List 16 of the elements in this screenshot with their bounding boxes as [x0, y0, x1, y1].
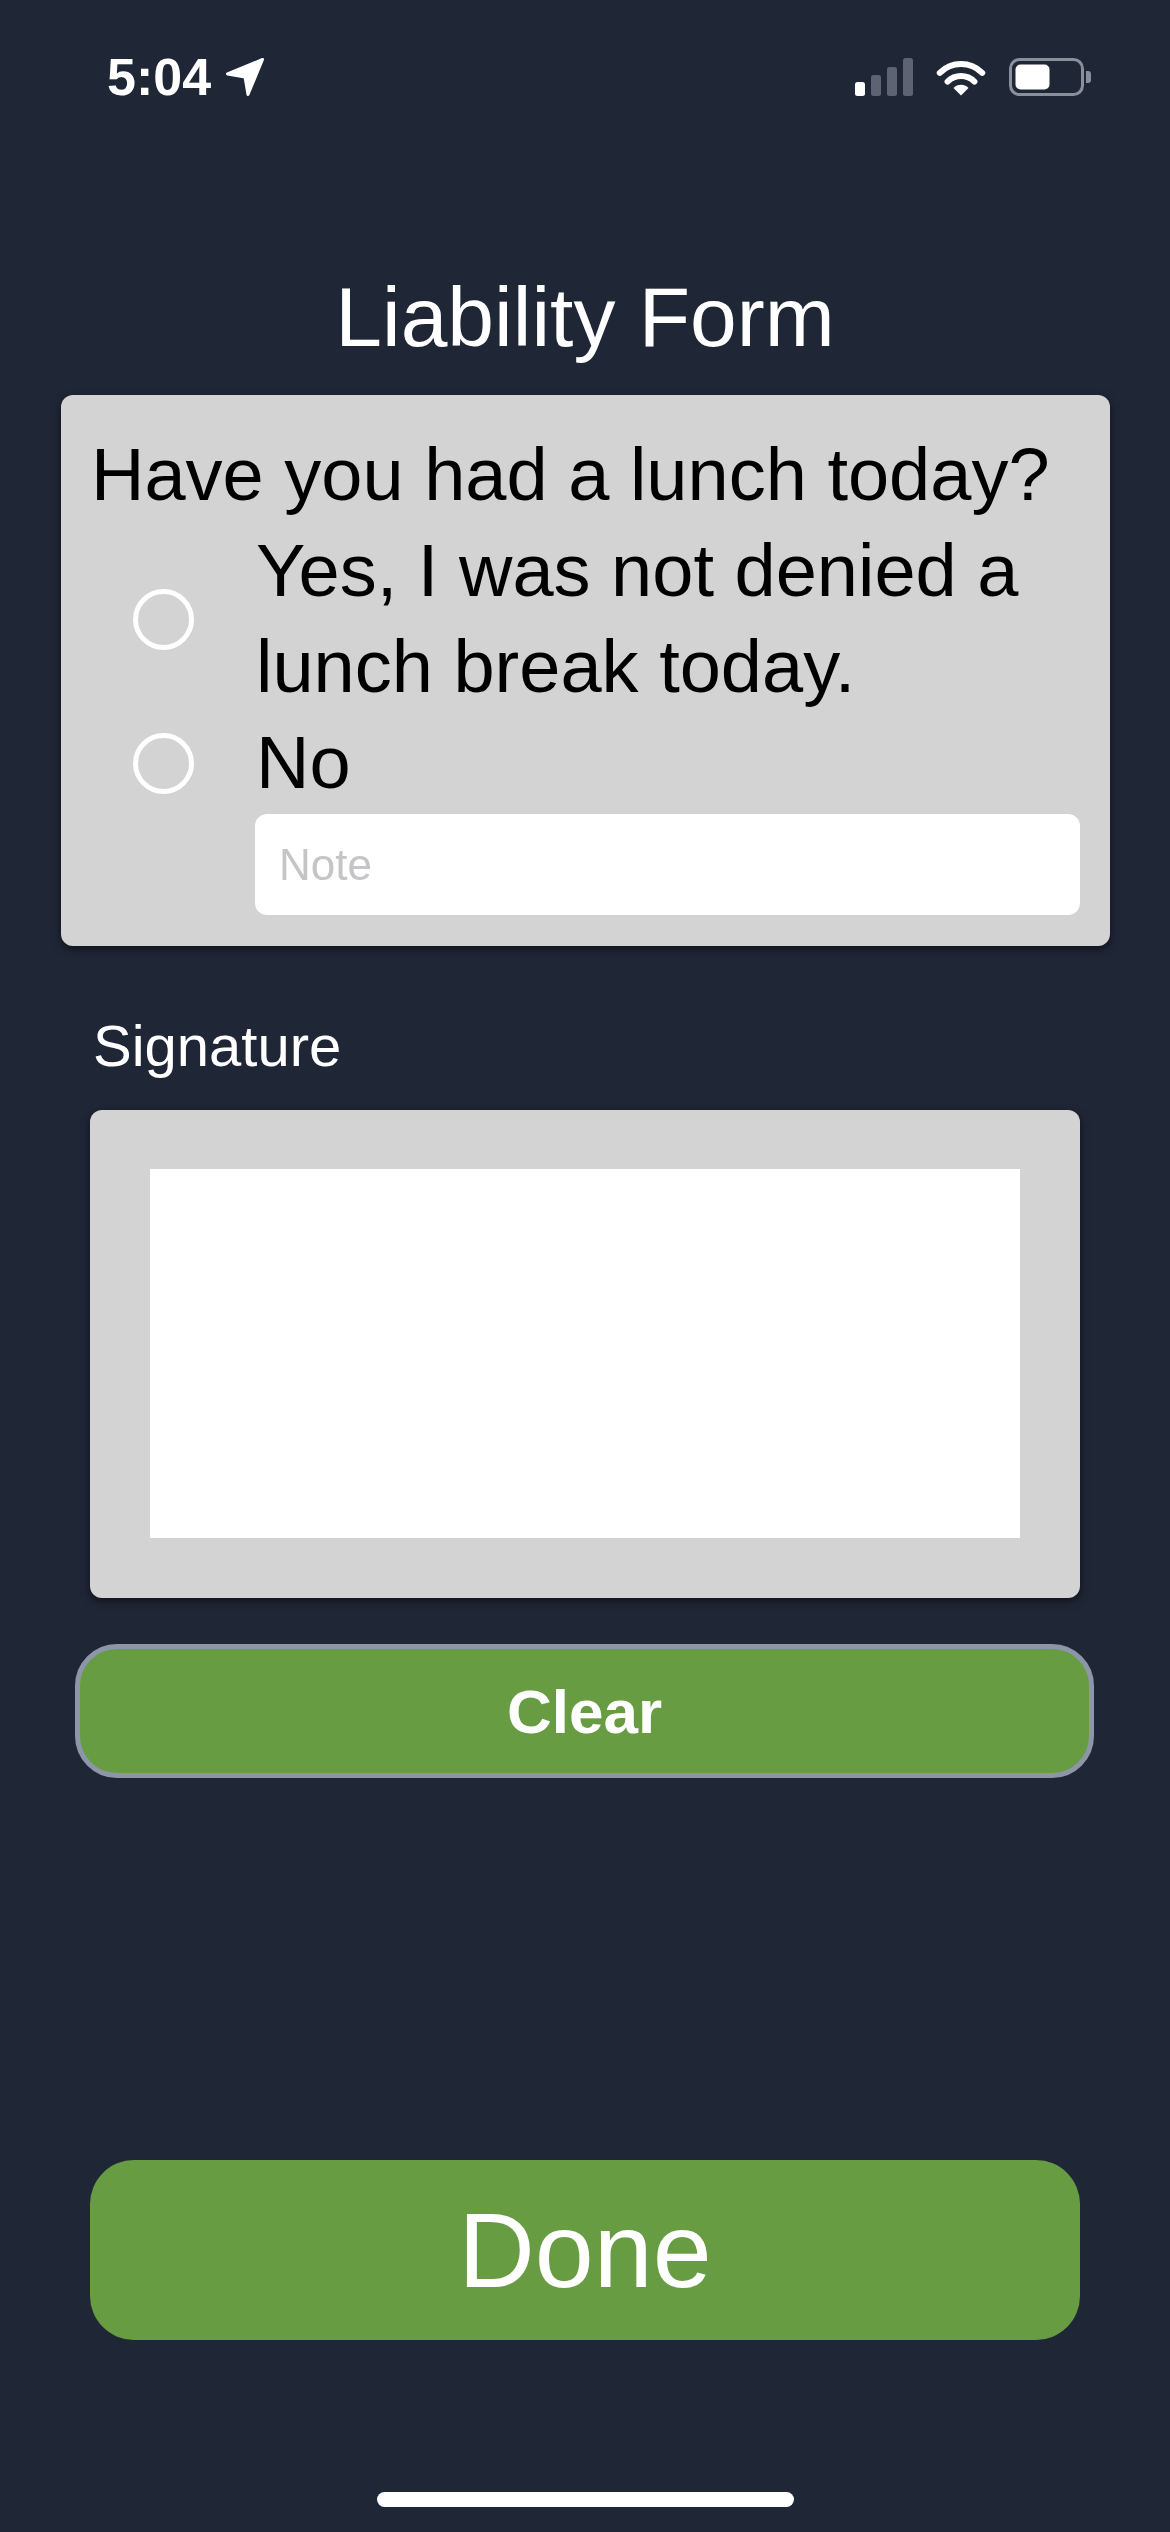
signature-label: Signature [93, 1012, 342, 1080]
option-label: No [256, 720, 351, 806]
form-title: Liability Form [335, 269, 835, 366]
question-text: Have you had a lunch today? [91, 432, 1051, 518]
wifi-icon [935, 58, 987, 96]
radio-button[interactable] [133, 588, 194, 650]
radio-button[interactable] [133, 732, 194, 794]
location-arrow-icon [225, 57, 266, 97]
clear-button[interactable]: Clear [75, 1644, 1094, 1778]
done-button[interactable]: Done [90, 2160, 1080, 2340]
battery-icon [1009, 58, 1091, 96]
option-label: Yes, I was not denied a lunch break today. [256, 528, 1020, 710]
note-field[interactable]: Note [255, 814, 1080, 915]
status-time: 5:04 [107, 47, 212, 107]
signature-field[interactable] [150, 1169, 1020, 1538]
signal-icon [855, 58, 913, 96]
